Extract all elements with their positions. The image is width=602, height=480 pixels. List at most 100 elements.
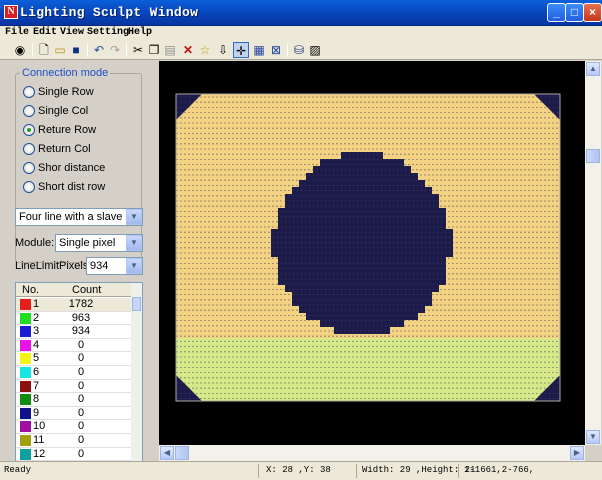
table-row[interactable]: 70 [16,380,132,394]
connection-mode-title: Connection mode [20,67,111,79]
vertical-scroll-thumb[interactable] [586,149,600,163]
lasso-icon[interactable]: ☆ [197,42,213,58]
radio-shor-distance[interactable]: Shor distance [23,161,105,175]
table-row[interactable]: 50 [16,352,132,366]
close-button[interactable]: × [583,3,602,22]
copy-icon[interactable]: ❐ [146,42,162,58]
paste-icon[interactable]: ▤ [162,42,178,58]
redo-icon[interactable]: ↷ [107,42,123,58]
table-row[interactable]: 40 [16,339,132,353]
radio-button[interactable] [23,105,35,117]
title-bar: N Lighting Sculpt Window _ □ × [0,0,602,26]
menu-setting[interactable]: Setting [87,27,129,38]
color-swatch [20,312,31,324]
crosshair-icon[interactable]: ✛ [233,42,249,58]
radio-label: Single Row [38,86,94,98]
color-swatch [20,339,31,351]
scroll-right-icon[interactable]: ▶ [570,446,584,460]
row-number: 1 [33,298,40,310]
radio-button[interactable] [23,162,35,174]
row-number: 2 [33,311,40,324]
radio-button[interactable] [23,143,35,155]
chevron-down-icon[interactable]: ▼ [126,209,142,225]
pixel-grid[interactable] [159,61,585,445]
clear-grid-icon[interactable]: ⊠ [268,42,284,58]
row-number: 6 [33,366,40,378]
module-value: Single pixel [59,237,116,249]
row-count: 0 [77,393,85,406]
table-row[interactable]: 1 1782 [16,298,132,312]
radio-return-col[interactable]: Return Col [23,142,91,156]
cut-icon[interactable]: ✂ [130,42,146,58]
table-row[interactable]: 11 0 [16,434,132,448]
count-table: No. Count 1 1782 2 963 3 934 4 0 5 0 6 0 7 0 8 0 9 0 10 0 11… [15,282,143,462]
status-coords: X: 28 ,Y: 38 [266,465,331,475]
radio-button[interactable] [23,181,35,193]
maximize-button[interactable]: □ [565,3,584,22]
radio-label: Reture Row [38,124,97,136]
color-swatch [20,326,31,338]
undo-icon[interactable]: ↶ [91,42,107,58]
table-row[interactable]: 12 0 [16,448,132,461]
menu-help[interactable]: Help [128,27,152,38]
radio-button[interactable] [23,86,35,98]
col-no-header: No. [22,284,40,296]
table-row[interactable]: 3 934 [16,325,132,339]
row-number: 3 [33,325,40,338]
row-count: 0 [77,406,85,419]
radio-reture-row[interactable]: Reture Row [23,123,96,137]
radio-short-dist-row[interactable]: Short dist row [23,180,105,194]
new-file-icon[interactable]: 🗋 [36,42,52,58]
color-swatch [20,421,31,433]
row-count: 934 [71,325,91,338]
table-row[interactable]: 60 [16,366,132,380]
picture-icon[interactable]: ▨ [307,42,323,58]
chevron-down-icon[interactable]: ▼ [126,258,142,274]
radio-single-row[interactable]: Single Row [23,85,94,99]
connect-icon[interactable]: ◉ [12,42,28,58]
line-mode-select[interactable]: Four line with a slave ▼ [15,208,143,226]
toolbar: ◉ 🗋 ▭ ■ ↶ ↷ ✂ ❐ ▤ ✕ ☆ ⇩ ✛ ▦ ⊠ ⛁ ▨ [0,40,602,60]
color-swatch [20,367,31,378]
open-folder-icon[interactable]: ▭ [52,42,68,58]
scroll-down-icon[interactable]: ▼ [586,430,600,444]
radio-button-selected[interactable] [23,124,35,136]
radio-label: Single Col [38,105,89,117]
scroll-left-icon[interactable]: ◀ [160,446,174,460]
chevron-down-icon[interactable]: ▼ [126,235,142,251]
grid-icon[interactable]: ▦ [251,42,267,58]
save-icon[interactable]: ■ [68,42,84,58]
status-bar: Ready X: 28 ,Y: 38 Width: 29 ,Height: 21… [0,461,602,480]
minimize-button[interactable]: _ [547,3,566,22]
line-limit-select[interactable]: 934 ▼ [86,257,143,275]
table-row[interactable]: 80 [16,393,132,407]
color-swatch [20,435,31,446]
menu-view[interactable]: View [60,27,84,38]
row-count: 0 [77,379,85,392]
table-row[interactable]: 90 [16,407,132,421]
place-pointer-icon[interactable]: ⇩ [215,42,231,58]
horizontal-scroll-thumb[interactable] [175,446,189,460]
table-scrollbar[interactable] [131,283,142,461]
row-number: 11 [33,434,45,446]
radio-label: Shor distance [38,162,106,174]
export-icon[interactable]: ⛁ [291,42,307,58]
scroll-up-icon[interactable]: ▲ [586,62,600,76]
row-count: 0 [77,366,85,378]
horizontal-scrollbar[interactable]: ◀ ▶ [159,445,585,461]
color-swatch [20,407,31,419]
line-limit-label: LineLimitPixels: [15,260,92,272]
row-number: 4 [33,338,40,351]
row-number: 9 [33,406,40,419]
vertical-scrollbar[interactable]: ▲ ▼ [585,61,601,445]
menu-edit[interactable]: Edit [33,27,57,38]
module-select[interactable]: Single pixel ▼ [55,234,143,252]
lighting-canvas[interactable] [159,61,585,445]
table-row[interactable]: 10 0 [16,420,132,434]
menu-file[interactable]: File [5,27,29,38]
table-row[interactable]: 2 963 [16,312,132,326]
radio-single-col[interactable]: Single Col [23,104,88,118]
delete-icon[interactable]: ✕ [180,42,196,58]
color-swatch [20,380,31,392]
status-range: 1-1661,2-766, [464,465,535,475]
